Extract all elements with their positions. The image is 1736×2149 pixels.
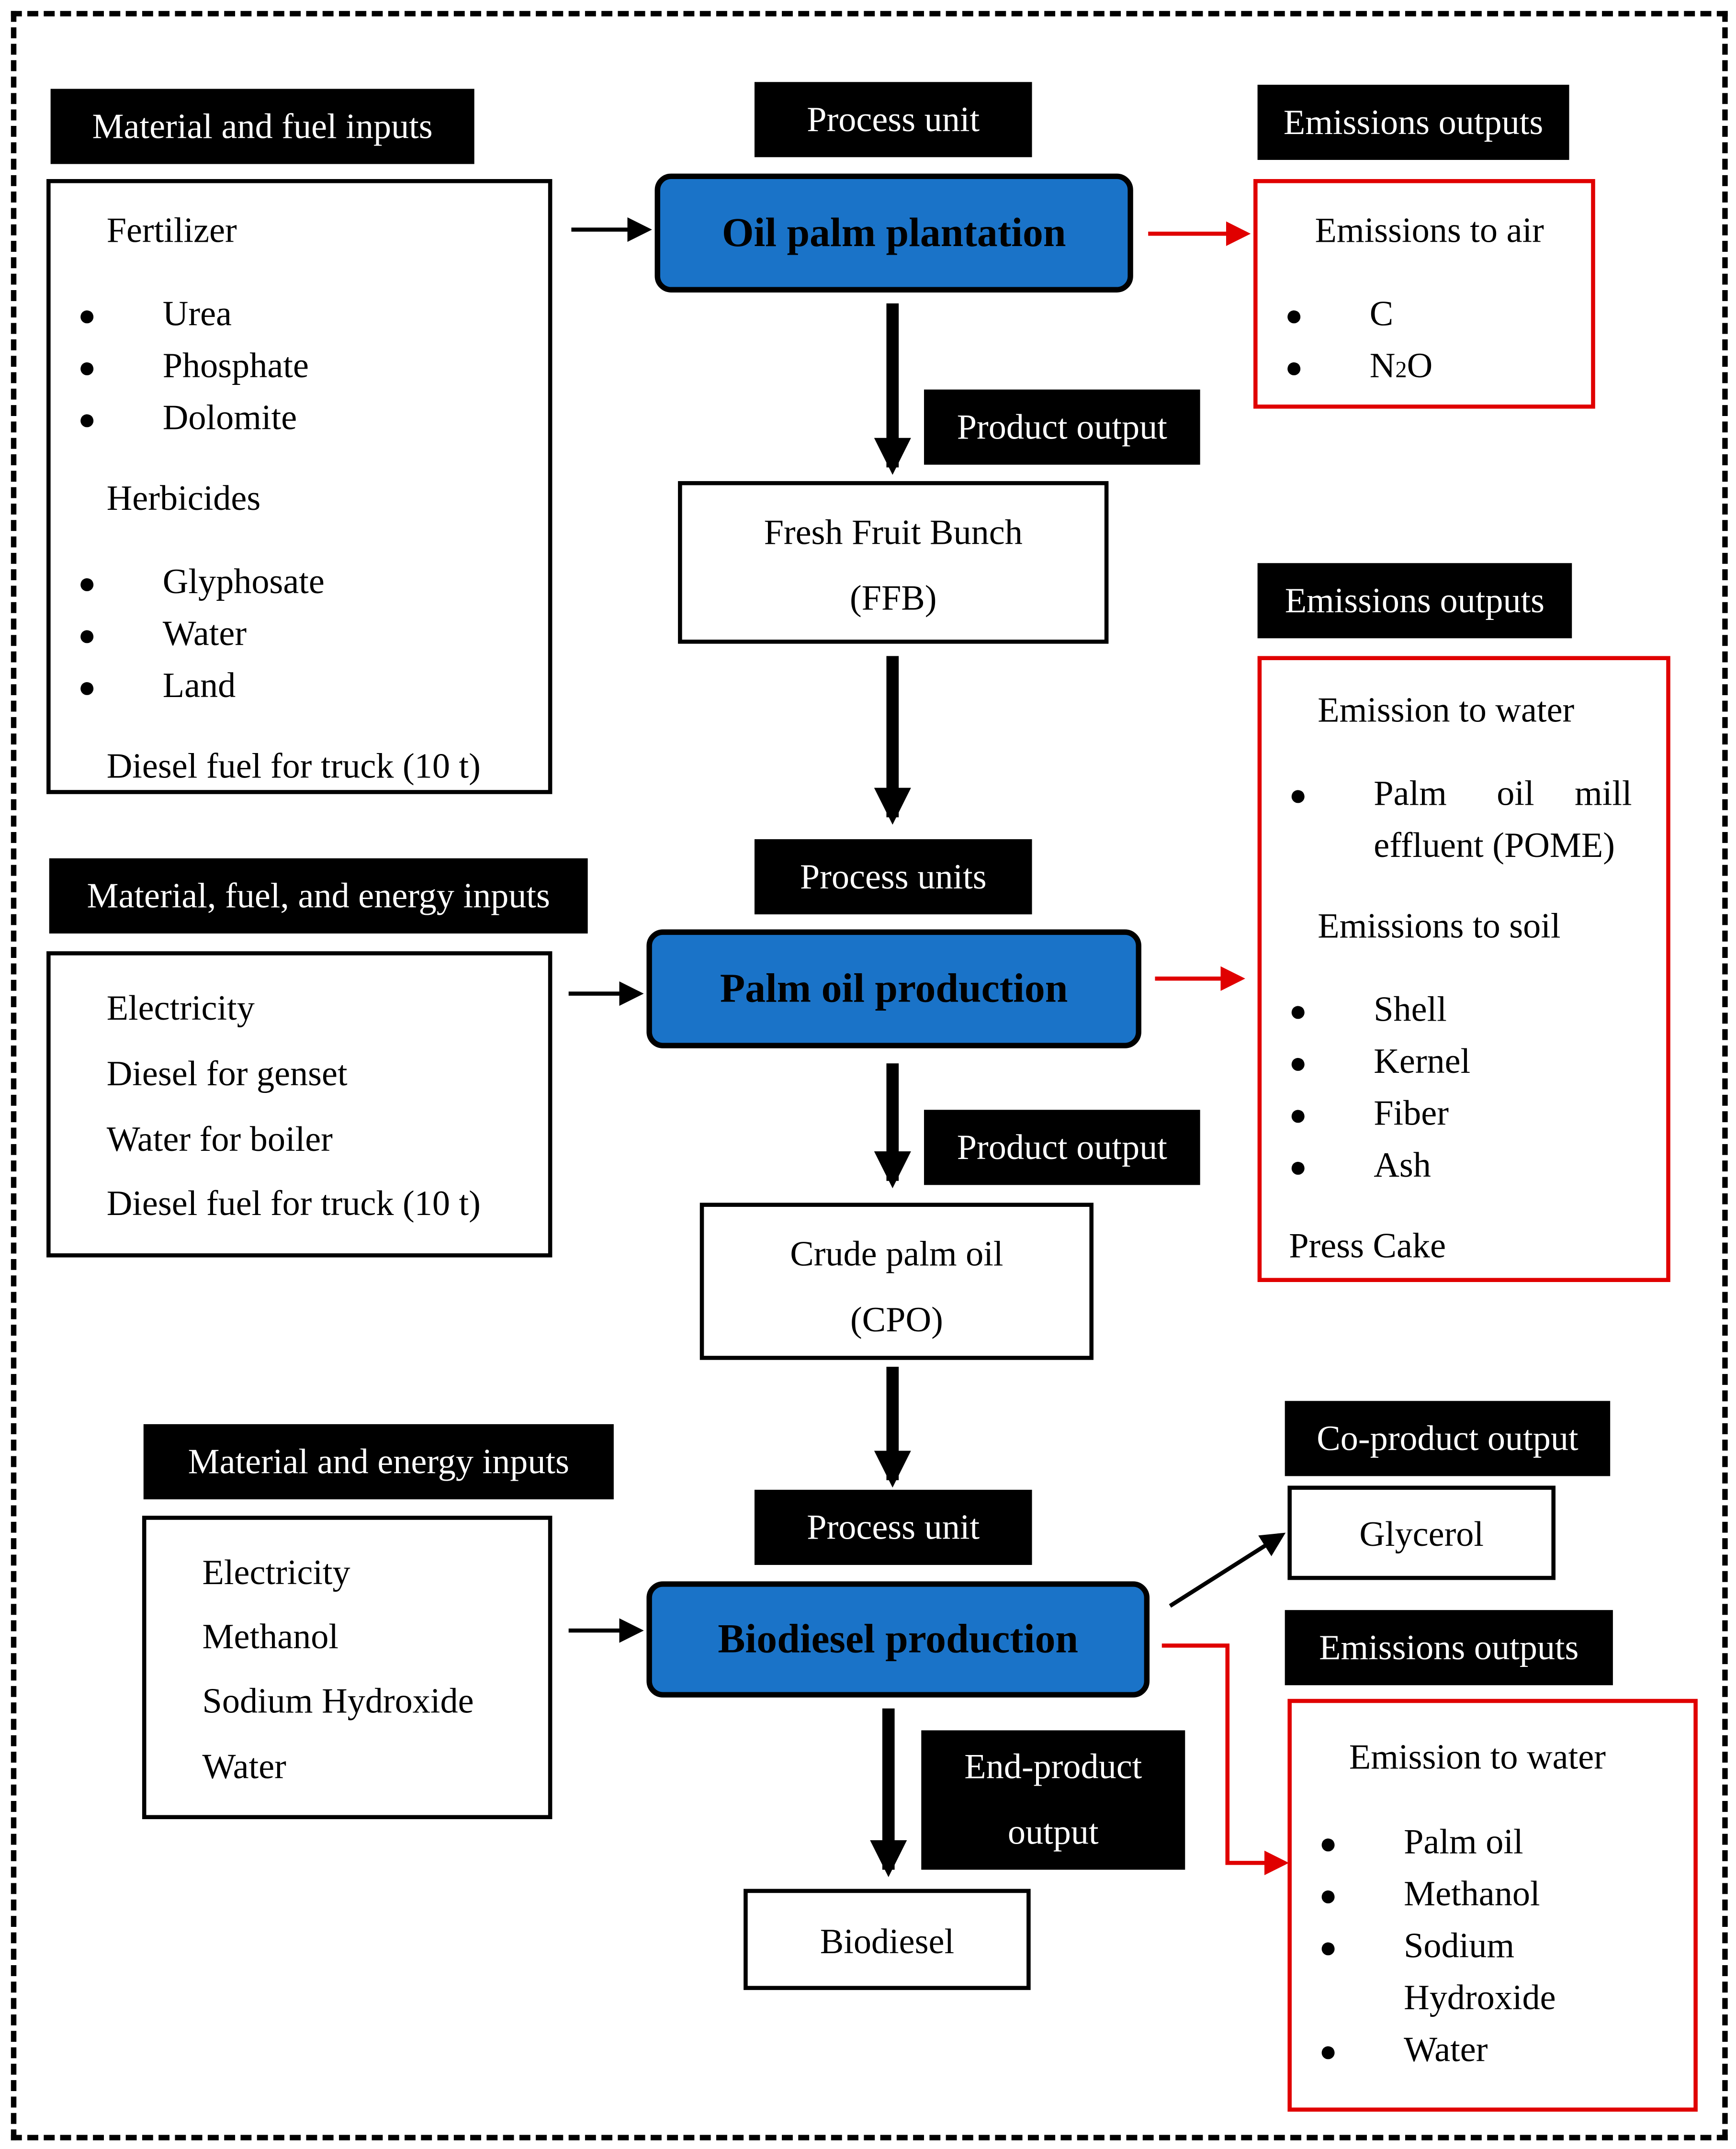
label-product1: Product output: [924, 389, 1200, 465]
list-item: Diesel fuel for truck (10 t): [106, 1183, 481, 1224]
emissions-water-box-biodiesel: Emission to water ● Palm oil ● Methanol ● S…: [1287, 1699, 1698, 2112]
label-emissions2: Emissions outputs: [1257, 563, 1572, 639]
list-item: Urea: [162, 293, 232, 334]
emissions-air-box: Emissions to air ● C ● N2O: [1253, 179, 1595, 409]
arrow-glycerol: [1169, 1532, 1286, 1608]
label-endproduct-line1: End-product: [964, 1746, 1142, 1787]
inputs2-box: Electricity Diesel for genset Water for …: [46, 951, 552, 1258]
label-inputs2: Material, fuel, and energy inputs: [49, 858, 588, 934]
heading-herbicides: Herbicides: [106, 478, 261, 518]
list-item: Methanol: [1404, 1874, 1540, 1913]
list-item: Water: [202, 1746, 286, 1787]
text: Palm: [1374, 773, 1447, 813]
text: (FFB): [849, 578, 937, 618]
list-item: Sodium Hydroxide: [202, 1681, 474, 1721]
list-item: Press Cake: [1289, 1226, 1446, 1266]
text: oil: [1497, 773, 1534, 813]
list-item: Electricity: [202, 1553, 350, 1593]
list-item: Diesel fuel for truck (10 t): [106, 746, 481, 786]
list-item: Dolomite: [162, 397, 297, 438]
coproduct-glycerol-box: Glycerol: [1287, 1485, 1556, 1580]
heading-soil: Emissions to soil: [1318, 906, 1561, 946]
product-cpo-box: Crude palm oil (CPO): [699, 1203, 1093, 1360]
label-coproduct: Co-product output: [1285, 1401, 1611, 1476]
product-biodiesel-box: Biodiesel: [744, 1889, 1031, 1990]
list-item: Ash: [1374, 1145, 1431, 1185]
process-biodiesel-production: Biodiesel production: [646, 1581, 1150, 1698]
heading-air: Emissions to air: [1315, 210, 1544, 250]
label-process3: Process unit: [754, 1489, 1032, 1565]
text: Crude palm oil: [790, 1234, 1003, 1274]
heading-fertilizer: Fertilizer: [106, 210, 237, 250]
list-item: Diesel for genset: [106, 1054, 348, 1093]
heading-water: Emission to water: [1318, 690, 1575, 730]
list-item: Sodium: [1404, 1925, 1515, 1966]
text: Fresh Fruit Bunch: [764, 512, 1023, 552]
list-item: Water for boiler: [106, 1119, 333, 1159]
text: (CPO): [850, 1300, 943, 1339]
list-item: Palm oil: [1404, 1822, 1523, 1862]
list-item: Phosphate: [162, 346, 309, 386]
process-palm-oil-production: Palm oil production: [646, 929, 1141, 1048]
list-item: Shell: [1374, 990, 1447, 1029]
label-product2: Product output: [924, 1110, 1200, 1185]
list-item: Glyphosate: [162, 562, 325, 602]
product-ffb-box: Fresh Fruit Bunch (FFB): [678, 481, 1109, 644]
text: mill: [1574, 773, 1632, 813]
list-item: C: [1369, 293, 1394, 334]
list-item: Kernel: [1374, 1041, 1471, 1081]
label-inputs1: Material and fuel inputs: [50, 89, 474, 164]
list-item: Hydroxide: [1404, 1978, 1556, 2017]
inputs1-box: Fertilizer ● Urea ● Phosphate ● Dolomite He…: [46, 179, 552, 794]
list-item: Water: [1404, 2029, 1488, 2070]
list-item: Electricity: [106, 988, 255, 1028]
lca-flow-diagram: Material and fuel inputs Process unit Em…: [0, 0, 1736, 2149]
list-item: Fiber: [1374, 1093, 1449, 1133]
list-item: Land: [162, 665, 236, 706]
list-item: Methanol: [202, 1617, 339, 1657]
label-endproduct: End-product output: [921, 1730, 1185, 1870]
text: effluent (POME): [1374, 825, 1615, 866]
label-process2: Process units: [754, 839, 1032, 914]
label-emissions3: Emissions outputs: [1285, 1610, 1613, 1686]
emissions-water-soil-box: Emission to water ● Palm oil mill efflue…: [1257, 656, 1670, 1282]
heading-water: Emission to water: [1349, 1737, 1606, 1777]
text: Biodiesel: [820, 1922, 955, 1961]
label-emissions1: Emissions outputs: [1257, 85, 1569, 160]
inputs3-box: Electricity Methanol Sodium Hydroxide Wa…: [142, 1516, 552, 1820]
text: Glycerol: [1359, 1514, 1484, 1554]
label-inputs3: Material and energy inputs: [143, 1424, 614, 1499]
process-oil-palm-plantation: Oil palm plantation: [654, 173, 1133, 293]
list-item: Water: [162, 613, 247, 653]
list-item-n2o: N2O: [1369, 346, 1433, 386]
label-endproduct-line2: output: [1007, 1812, 1099, 1852]
label-process1: Process unit: [754, 82, 1032, 158]
